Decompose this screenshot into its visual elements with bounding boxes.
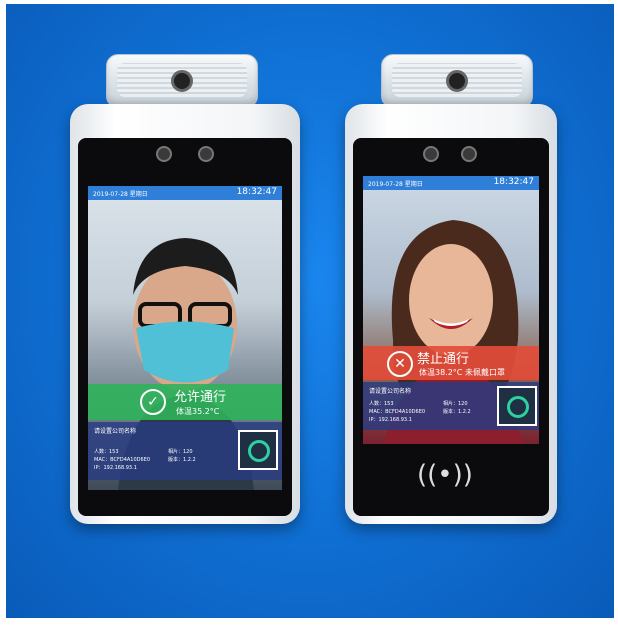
company-name: 请设置公司名称 [369, 388, 412, 395]
info-panel: 请设置公司名称 人数：153 MAC：BCFD4A10D6E0 IP：192.1… [88, 422, 282, 480]
device-left: 2019-07-28 星期日 18:32:47 ✓ 允许通行 体温35.2°C … [70, 46, 310, 526]
bezel: 2019-07-28 星期日 18:32:47 ✓ 允许通行 体温35.2°C … [78, 138, 292, 516]
camera-module [106, 54, 258, 108]
status-bar: 2019-07-28 星期日 18:32:47 [363, 176, 539, 190]
info-photos: 相片：120 [443, 401, 468, 407]
status-time: 18:32:47 [493, 177, 534, 187]
ir-sensor-icon [461, 146, 477, 162]
device-right: 2019-07-28 星期日 18:32:47 ✕ 禁止通行 体温38.2°C … [345, 46, 585, 526]
nfc-reader-icon: ((•)) [417, 460, 473, 490]
status-time: 18:32:47 [236, 187, 277, 197]
ir-sensor-icon [198, 146, 214, 162]
info-panel: 请设置公司名称 人数：153 MAC：BCFD4A10D6E0 IP：192.1… [363, 382, 539, 430]
camera-lens-icon [446, 70, 468, 92]
device-body: 2019-07-28 星期日 18:32:47 ✓ 允许通行 体温35.2°C … [70, 104, 300, 524]
info-photos: 相片：120 [168, 449, 193, 455]
camera-module [381, 54, 533, 108]
ir-sensor-icon [423, 146, 439, 162]
banner-temperature: 体温35.2°C [176, 407, 220, 416]
info-count: 人数：153 [94, 449, 119, 455]
status-date: 2019-07-28 星期日 [93, 191, 148, 198]
info-mac: MAC：BCFD4A10D6E0 [94, 457, 151, 463]
screen: 2019-07-28 星期日 18:32:47 ✕ 禁止通行 体温38.2°C … [363, 176, 539, 444]
status-date: 2019-07-28 星期日 [368, 181, 423, 188]
info-version: 版本：1.2.2 [443, 409, 471, 415]
access-banner: ✓ 允许通行 体温35.2°C [88, 384, 282, 420]
info-count: 人数：153 [369, 401, 394, 407]
x-icon: ✕ [387, 351, 413, 377]
status-bar: 2019-07-28 星期日 18:32:47 [88, 186, 282, 200]
access-banner: ✕ 禁止通行 体温38.2°C 未佩戴口罩 [363, 346, 539, 380]
info-mac: MAC：BCFD4A10D6E0 [369, 409, 426, 415]
banner-title: 禁止通行 [417, 352, 470, 367]
company-name: 请设置公司名称 [94, 428, 137, 435]
device-body: 2019-07-28 星期日 18:32:47 ✕ 禁止通行 体温38.2°C … [345, 104, 557, 524]
ir-sensor-icon [156, 146, 172, 162]
screen: 2019-07-28 星期日 18:32:47 ✓ 允许通行 体温35.2°C … [88, 186, 282, 490]
banner-title: 允许通行 [174, 390, 227, 405]
info-ip: IP：192.168.93.1 [369, 417, 412, 423]
camera-lens-icon [171, 70, 193, 92]
check-icon: ✓ [140, 389, 166, 415]
info-version: 版本：1.2.2 [168, 457, 196, 463]
banner-temperature: 体温38.2°C 未佩戴口罩 [419, 368, 505, 377]
bezel: 2019-07-28 星期日 18:32:47 ✕ 禁止通行 体温38.2°C … [353, 138, 549, 516]
info-ip: IP：192.168.93.1 [94, 465, 137, 471]
face-scan-icon [497, 386, 537, 426]
face-scan-icon [238, 430, 278, 470]
